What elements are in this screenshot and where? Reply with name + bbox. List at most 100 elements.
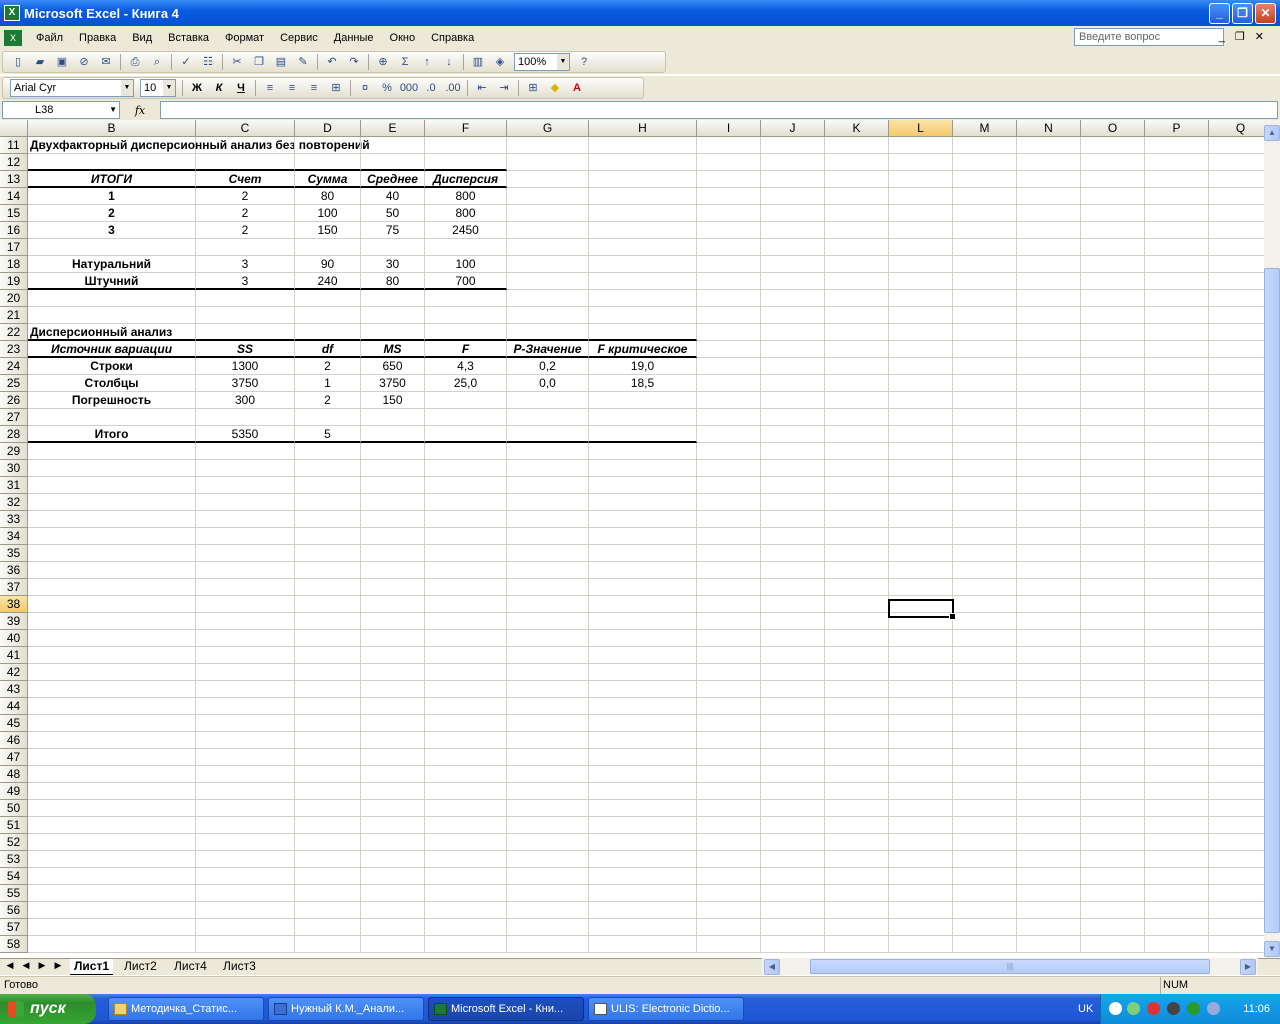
cell-I28[interactable] bbox=[697, 426, 761, 443]
cell-B48[interactable] bbox=[28, 766, 196, 783]
cell-O50[interactable] bbox=[1081, 800, 1145, 817]
cell-N54[interactable] bbox=[1017, 868, 1081, 885]
cell-E23[interactable]: MS bbox=[361, 341, 425, 358]
cell-D13[interactable]: Сумма bbox=[295, 171, 361, 188]
cell-P30[interactable] bbox=[1145, 460, 1209, 477]
menu-data[interactable]: Данные bbox=[326, 32, 382, 44]
cell-C50[interactable] bbox=[196, 800, 295, 817]
cell-J26[interactable] bbox=[761, 392, 825, 409]
spelling-icon[interactable]: ✓ bbox=[176, 53, 196, 71]
cell-P24[interactable] bbox=[1145, 358, 1209, 375]
cell-P55[interactable] bbox=[1145, 885, 1209, 902]
cell-D58[interactable] bbox=[295, 936, 361, 953]
cell-H18[interactable] bbox=[589, 256, 697, 273]
cell-Q48[interactable] bbox=[1209, 766, 1264, 783]
cell-F18[interactable]: 100 bbox=[425, 256, 507, 273]
row-header-30[interactable]: 30 bbox=[0, 460, 28, 477]
cell-B25[interactable]: Столбцы bbox=[28, 375, 196, 392]
cell-H27[interactable] bbox=[589, 409, 697, 426]
cell-I55[interactable] bbox=[697, 885, 761, 902]
cell-K15[interactable] bbox=[825, 205, 889, 222]
cell-B29[interactable] bbox=[28, 443, 196, 460]
cell-D16[interactable]: 150 bbox=[295, 222, 361, 239]
merge-center-icon[interactable]: ⊞ bbox=[326, 79, 346, 97]
cell-Q47[interactable] bbox=[1209, 749, 1264, 766]
column-header-C[interactable]: C bbox=[196, 120, 295, 137]
help-icon[interactable]: ? bbox=[574, 53, 594, 71]
cell-O16[interactable] bbox=[1081, 222, 1145, 239]
scroll-right-icon[interactable]: ▶ bbox=[1240, 959, 1256, 975]
cell-F46[interactable] bbox=[425, 732, 507, 749]
cell-D56[interactable] bbox=[295, 902, 361, 919]
cell-I33[interactable] bbox=[697, 511, 761, 528]
cell-E42[interactable] bbox=[361, 664, 425, 681]
cell-P27[interactable] bbox=[1145, 409, 1209, 426]
row-header-29[interactable]: 29 bbox=[0, 443, 28, 460]
document-icon[interactable]: X bbox=[4, 30, 22, 46]
cell-I46[interactable] bbox=[697, 732, 761, 749]
cell-G15[interactable] bbox=[507, 205, 589, 222]
row-header-48[interactable]: 48 bbox=[0, 766, 28, 783]
cell-N28[interactable] bbox=[1017, 426, 1081, 443]
cell-Q45[interactable] bbox=[1209, 715, 1264, 732]
cell-L54[interactable] bbox=[889, 868, 953, 885]
cell-C16[interactable]: 2 bbox=[196, 222, 295, 239]
italic-button[interactable]: К bbox=[209, 79, 229, 97]
cell-K40[interactable] bbox=[825, 630, 889, 647]
cell-C38[interactable] bbox=[196, 596, 295, 613]
cell-G30[interactable] bbox=[507, 460, 589, 477]
cell-B54[interactable] bbox=[28, 868, 196, 885]
last-sheet-icon[interactable]: ▶ bbox=[52, 960, 64, 971]
cell-F55[interactable] bbox=[425, 885, 507, 902]
cell-N12[interactable] bbox=[1017, 154, 1081, 171]
cell-O30[interactable] bbox=[1081, 460, 1145, 477]
cell-N50[interactable] bbox=[1017, 800, 1081, 817]
cell-N14[interactable] bbox=[1017, 188, 1081, 205]
cell-I19[interactable] bbox=[697, 273, 761, 290]
menu-file[interactable]: Файл bbox=[28, 32, 71, 44]
cell-Q52[interactable] bbox=[1209, 834, 1264, 851]
cell-E52[interactable] bbox=[361, 834, 425, 851]
cell-H12[interactable] bbox=[589, 154, 697, 171]
cell-G50[interactable] bbox=[507, 800, 589, 817]
task-button-1[interactable]: Методичка_Статис... bbox=[108, 997, 264, 1021]
cell-O32[interactable] bbox=[1081, 494, 1145, 511]
cell-N51[interactable] bbox=[1017, 817, 1081, 834]
update-icon[interactable] bbox=[1207, 1002, 1220, 1015]
cell-L33[interactable] bbox=[889, 511, 953, 528]
cell-K46[interactable] bbox=[825, 732, 889, 749]
cell-H54[interactable] bbox=[589, 868, 697, 885]
cell-I52[interactable] bbox=[697, 834, 761, 851]
cell-L11[interactable] bbox=[889, 137, 953, 154]
cell-M45[interactable] bbox=[953, 715, 1017, 732]
cell-G36[interactable] bbox=[507, 562, 589, 579]
bold-button[interactable]: Ж bbox=[187, 79, 207, 97]
row-header-57[interactable]: 57 bbox=[0, 919, 28, 936]
cell-O45[interactable] bbox=[1081, 715, 1145, 732]
cell-M38[interactable] bbox=[953, 596, 1017, 613]
cell-N48[interactable] bbox=[1017, 766, 1081, 783]
cell-E13[interactable]: Среднее bbox=[361, 171, 425, 188]
cell-G24[interactable]: 0,2 bbox=[507, 358, 589, 375]
cell-I11[interactable] bbox=[697, 137, 761, 154]
cell-B50[interactable] bbox=[28, 800, 196, 817]
cell-P18[interactable] bbox=[1145, 256, 1209, 273]
cell-F17[interactable] bbox=[425, 239, 507, 256]
sheet-tab-1[interactable]: Лист1 bbox=[70, 959, 114, 975]
row-header-22[interactable]: 22 bbox=[0, 324, 28, 341]
cell-H53[interactable] bbox=[589, 851, 697, 868]
cell-L58[interactable] bbox=[889, 936, 953, 953]
menu-format[interactable]: Формат bbox=[217, 32, 272, 44]
cell-I58[interactable] bbox=[697, 936, 761, 953]
cell-L32[interactable] bbox=[889, 494, 953, 511]
cell-L41[interactable] bbox=[889, 647, 953, 664]
cell-B30[interactable] bbox=[28, 460, 196, 477]
cell-M57[interactable] bbox=[953, 919, 1017, 936]
active-cell-cursor[interactable] bbox=[888, 599, 956, 620]
cell-C17[interactable] bbox=[196, 239, 295, 256]
cell-K25[interactable] bbox=[825, 375, 889, 392]
cell-B17[interactable] bbox=[28, 239, 196, 256]
cell-M12[interactable] bbox=[953, 154, 1017, 171]
cell-C48[interactable] bbox=[196, 766, 295, 783]
cell-D55[interactable] bbox=[295, 885, 361, 902]
